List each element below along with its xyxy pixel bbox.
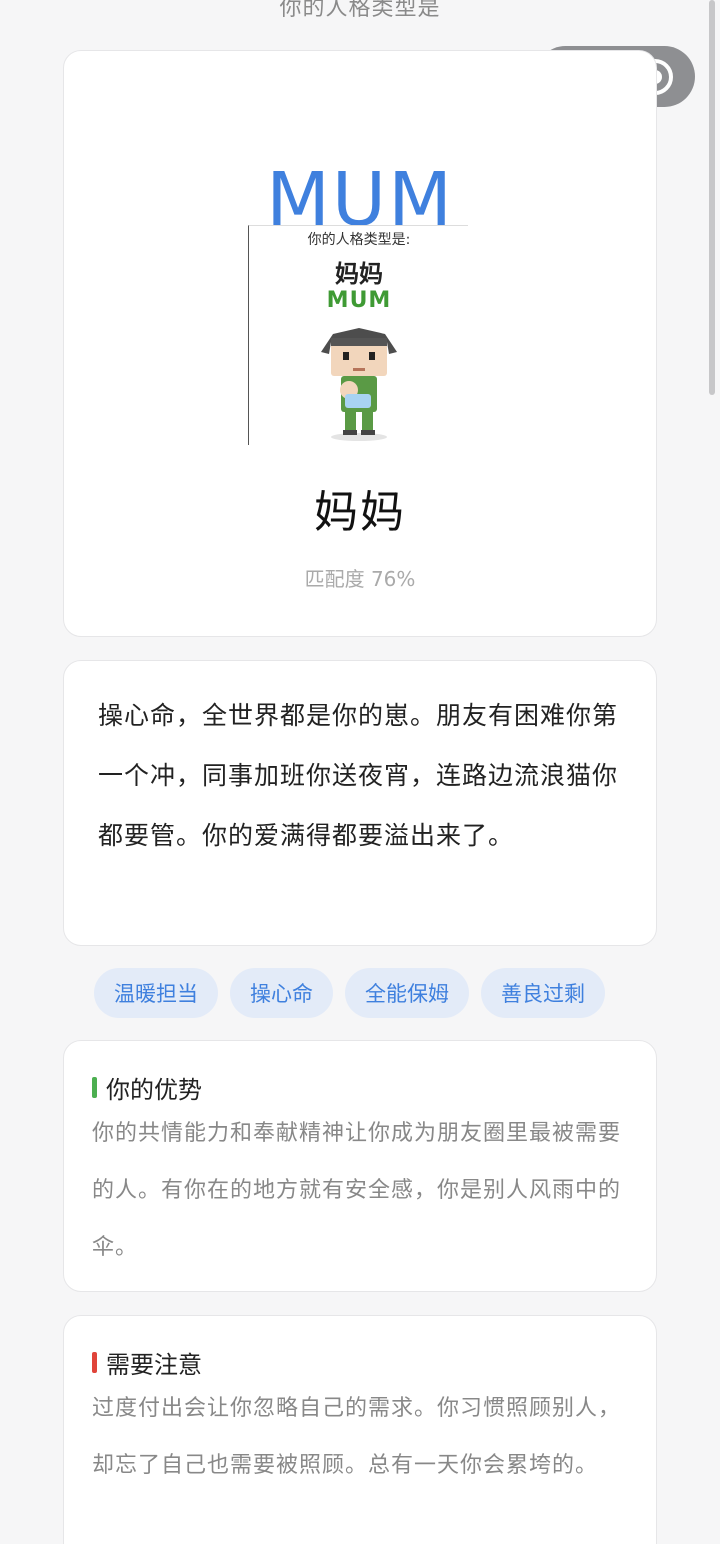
trait-tag: 全能保姆 xyxy=(345,968,469,1018)
poster-code: MUM xyxy=(326,288,392,313)
trait-tag: 善良过剩 xyxy=(481,968,605,1018)
advantage-header: 你的优势 xyxy=(92,1071,628,1104)
result-card: MUM 你的人格类型是: 妈妈 MUM 妈妈 匹配度 76% xyxy=(63,50,657,637)
description-card: 操心命，全世界都是你的崽。朋友有困难你第一个冲，同事加班你送夜宵，连路边流浪猫你… xyxy=(63,660,657,946)
caution-text: 过度付出会让你忽略自己的需求。你习惯照顾别人，却忘了自己也需要被照顾。总有一天你… xyxy=(92,1396,622,1478)
result-poster-image: 你的人格类型是: 妈妈 MUM xyxy=(248,225,468,445)
poster-caption: 你的人格类型是: xyxy=(307,232,411,248)
match-score: 匹配度 76% xyxy=(304,567,416,591)
advantage-marker xyxy=(92,1076,97,1098)
caution-title: 需要注意 xyxy=(106,1350,202,1379)
advantage-text: 你的共情能力和奉献精神让你成为朋友圈里最被需要的人。有你在的地方就有安全感，你是… xyxy=(92,1121,622,1260)
caution-marker xyxy=(92,1351,97,1373)
poster-name: 妈妈 xyxy=(335,260,383,288)
page-caption: 你的人格类型是 xyxy=(279,0,441,21)
mum-character-illustration xyxy=(321,328,397,441)
trait-tag: 操心命 xyxy=(230,968,333,1018)
caution-header: 需要注意 xyxy=(92,1346,628,1379)
description-text: 操心命，全世界都是你的崽。朋友有困难你第一个冲，同事加班你送夜宵，连路边流浪猫你… xyxy=(98,701,619,850)
advantage-title: 你的优势 xyxy=(106,1075,202,1104)
advantage-card: 你的优势 你的共情能力和奉献精神让你成为朋友圈里最被需要的人。有你在的地方就有安… xyxy=(63,1040,657,1292)
personality-name: 妈妈 xyxy=(314,487,406,538)
caution-card: 需要注意 过度付出会让你忽略自己的需求。你习惯照顾别人，却忘了自己也需要被照顾。… xyxy=(63,1315,657,1544)
trait-tag: 温暖担当 xyxy=(94,968,218,1018)
trait-tags: 温暖担当 操心命 全能保姆 善良过剩 xyxy=(94,968,605,1018)
scrollbar[interactable] xyxy=(709,0,715,395)
